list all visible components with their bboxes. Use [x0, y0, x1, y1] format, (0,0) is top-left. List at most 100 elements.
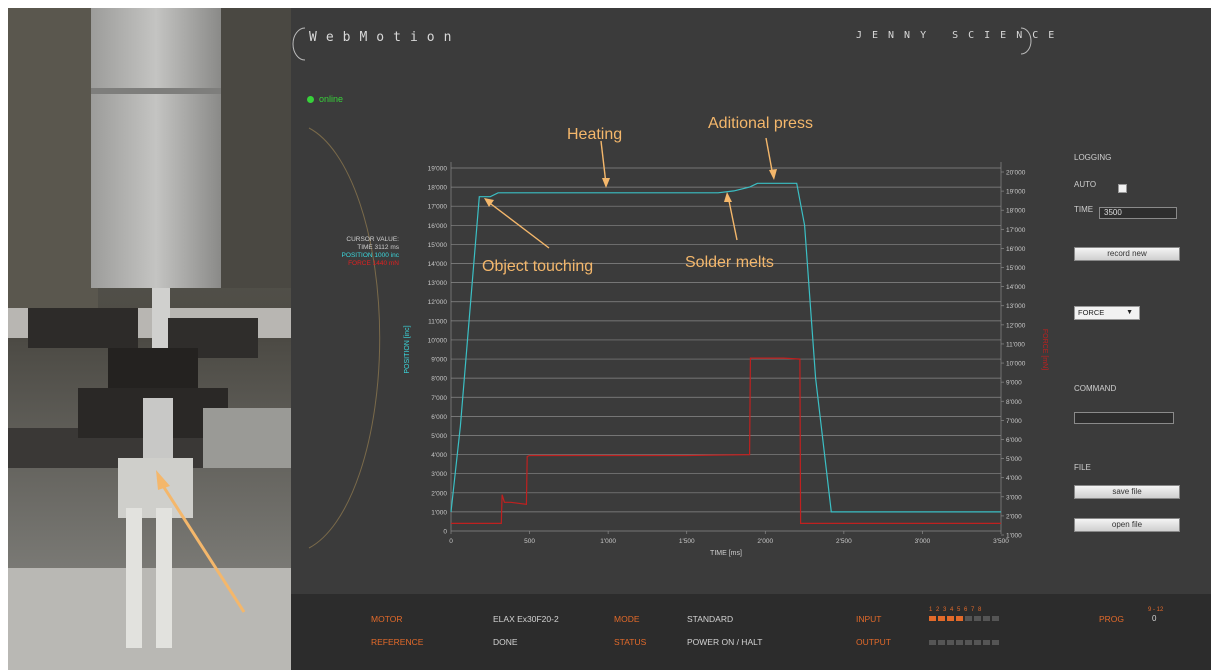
y-tick-label-left: 15'000	[428, 242, 448, 249]
mode-label: MODE	[614, 614, 640, 624]
y-tick-label-right: 16'000	[1006, 246, 1026, 253]
prog-range: 9 - 12	[1148, 607, 1164, 613]
y-tick-label-left: 7'000	[431, 395, 447, 402]
chart-series	[450, 182, 1001, 525]
record-new-button[interactable]: record new	[1074, 247, 1180, 261]
reference-value: DONE	[493, 637, 518, 647]
input-indicators	[929, 616, 999, 621]
y-tick-label-left: 5'000	[431, 433, 447, 440]
y-tick-label-left: 13'000	[428, 280, 448, 287]
y-axis-label-left: POSITION [inc]	[404, 325, 411, 373]
x-tick-label: 1'500	[679, 538, 695, 545]
y-tick-label-left: 6'000	[431, 414, 447, 421]
input-led	[974, 616, 981, 621]
x-tick-label: 3'000	[915, 538, 931, 545]
y-tick-label-left: 12'000	[428, 299, 448, 306]
y-tick-label-left: 0	[443, 529, 447, 536]
input-led	[956, 616, 963, 621]
command-label: COMMAND	[1074, 384, 1117, 393]
y-tick-label-right: 17'000	[1006, 227, 1026, 234]
y-tick-label-right: 20'000	[1006, 170, 1026, 177]
channel-select-value: FORCE	[1078, 308, 1105, 317]
y-tick-label-left: 1'000	[431, 509, 447, 516]
x-tick-label: 0	[449, 538, 453, 545]
motor-label: MOTOR	[371, 614, 403, 624]
auto-label: AUTO	[1074, 180, 1097, 189]
y-tick-label-right: 7'000	[1006, 418, 1022, 425]
input-led	[929, 616, 936, 621]
output-led	[965, 640, 972, 645]
input-label: INPUT	[856, 614, 882, 624]
y-tick-label-right: 3'000	[1006, 494, 1022, 501]
reference-label: REFERENCE	[371, 637, 424, 647]
y-tick-label-left: 3'000	[431, 471, 447, 478]
y-tick-label-right: 12'000	[1006, 322, 1026, 329]
y-tick-label-right: 10'000	[1006, 361, 1026, 368]
input-led	[965, 616, 972, 621]
input-numbers: 1 2 3 4 5 6 7 8	[929, 607, 983, 613]
x-tick-label: 1'000	[600, 538, 616, 545]
annotation-heating: Heating	[567, 126, 622, 143]
annotation-solder-melts: Solder melts	[685, 254, 774, 271]
input-led	[938, 616, 945, 621]
chart-grid	[450, 162, 1002, 532]
motor-value: ELAX Ex30F20-2	[493, 614, 559, 624]
annotation-object-touching: Object touching	[482, 258, 593, 275]
output-led	[974, 640, 981, 645]
webmotion-app: WebMotion JENNY SCIENCE online CURSOR VA…	[291, 8, 1211, 670]
soldering-machine-image	[8, 8, 291, 670]
annotation-arrow-touching	[486, 200, 550, 249]
command-input[interactable]	[1074, 412, 1174, 424]
status-label: STATUS	[614, 637, 647, 647]
output-indicators	[929, 640, 999, 645]
output-label: OUTPUT	[856, 637, 891, 647]
y-tick-label-left: 10'000	[428, 337, 448, 344]
auto-checkbox[interactable]	[1118, 184, 1127, 193]
save-file-button[interactable]: save file	[1074, 485, 1180, 499]
x-tick-label: 2'000	[757, 538, 773, 545]
y-axis-label-right: FORCE [mN]	[1041, 329, 1048, 370]
y-tick-label-right: 11'000	[1006, 341, 1025, 348]
y-tick-label-left: 11'000	[428, 318, 447, 325]
output-led	[929, 640, 936, 645]
logging-label: LOGGING	[1074, 153, 1112, 162]
input-led	[983, 616, 990, 621]
time-input[interactable]: 3500	[1099, 207, 1177, 219]
y-tick-label-left: 17'000	[428, 204, 448, 211]
y-tick-label-right: 18'000	[1006, 208, 1026, 215]
output-led	[947, 640, 954, 645]
channel-select[interactable]: FORCE ▼	[1074, 306, 1140, 320]
output-led	[992, 640, 999, 645]
prog-value: 0	[1152, 614, 1157, 623]
open-file-button[interactable]: open file	[1074, 518, 1180, 532]
y-tick-label-right: 5'000	[1006, 456, 1022, 463]
input-led	[992, 616, 999, 621]
y-tick-label-right: 6'000	[1006, 437, 1022, 444]
file-label: FILE	[1074, 463, 1091, 472]
y-tick-label-right: 2'000	[1006, 513, 1022, 520]
y-tick-label-right: 15'000	[1006, 265, 1026, 272]
y-tick-label-right: 4'000	[1006, 475, 1022, 482]
status-value: POWER ON / HALT	[687, 637, 763, 647]
output-led	[938, 640, 945, 645]
x-tick-label: 3'500	[993, 538, 1009, 545]
time-label: TIME	[1074, 205, 1094, 214]
machine-photo	[8, 8, 291, 670]
y-tick-label-right: 14'000	[1006, 284, 1026, 291]
y-tick-label-right: 8'000	[1006, 399, 1022, 406]
status-footer: MOTOR ELAX Ex30F20-2 MODE STANDARD INPUT…	[291, 594, 1211, 670]
y-tick-label-left: 14'000	[428, 261, 448, 268]
y-tick-label-right: 9'000	[1006, 380, 1022, 387]
y-tick-label-left: 18'000	[428, 185, 448, 192]
y-tick-label-left: 19'000	[428, 166, 448, 173]
prog-label: PROG	[1099, 614, 1125, 624]
y-tick-label-right: 19'000	[1006, 189, 1026, 196]
y-tick-label-right: 13'000	[1006, 303, 1026, 310]
chart-ticks: 0 1'000 2'000 3'000 4'000 5'000 6'000 7'000 8'00…	[428, 166, 1026, 546]
annotation-arrow-heating	[600, 140, 607, 185]
mode-value: STANDARD	[687, 614, 734, 624]
position-force-chart[interactable]: 0 1'000 2'000 3'000 4'000 5'000 6'000 7'000 8'00…	[291, 8, 1211, 594]
chevron-down-icon: ▼	[1126, 309, 1133, 316]
y-tick-label-left: 16'000	[428, 223, 448, 230]
x-tick-label: 500	[524, 538, 535, 545]
